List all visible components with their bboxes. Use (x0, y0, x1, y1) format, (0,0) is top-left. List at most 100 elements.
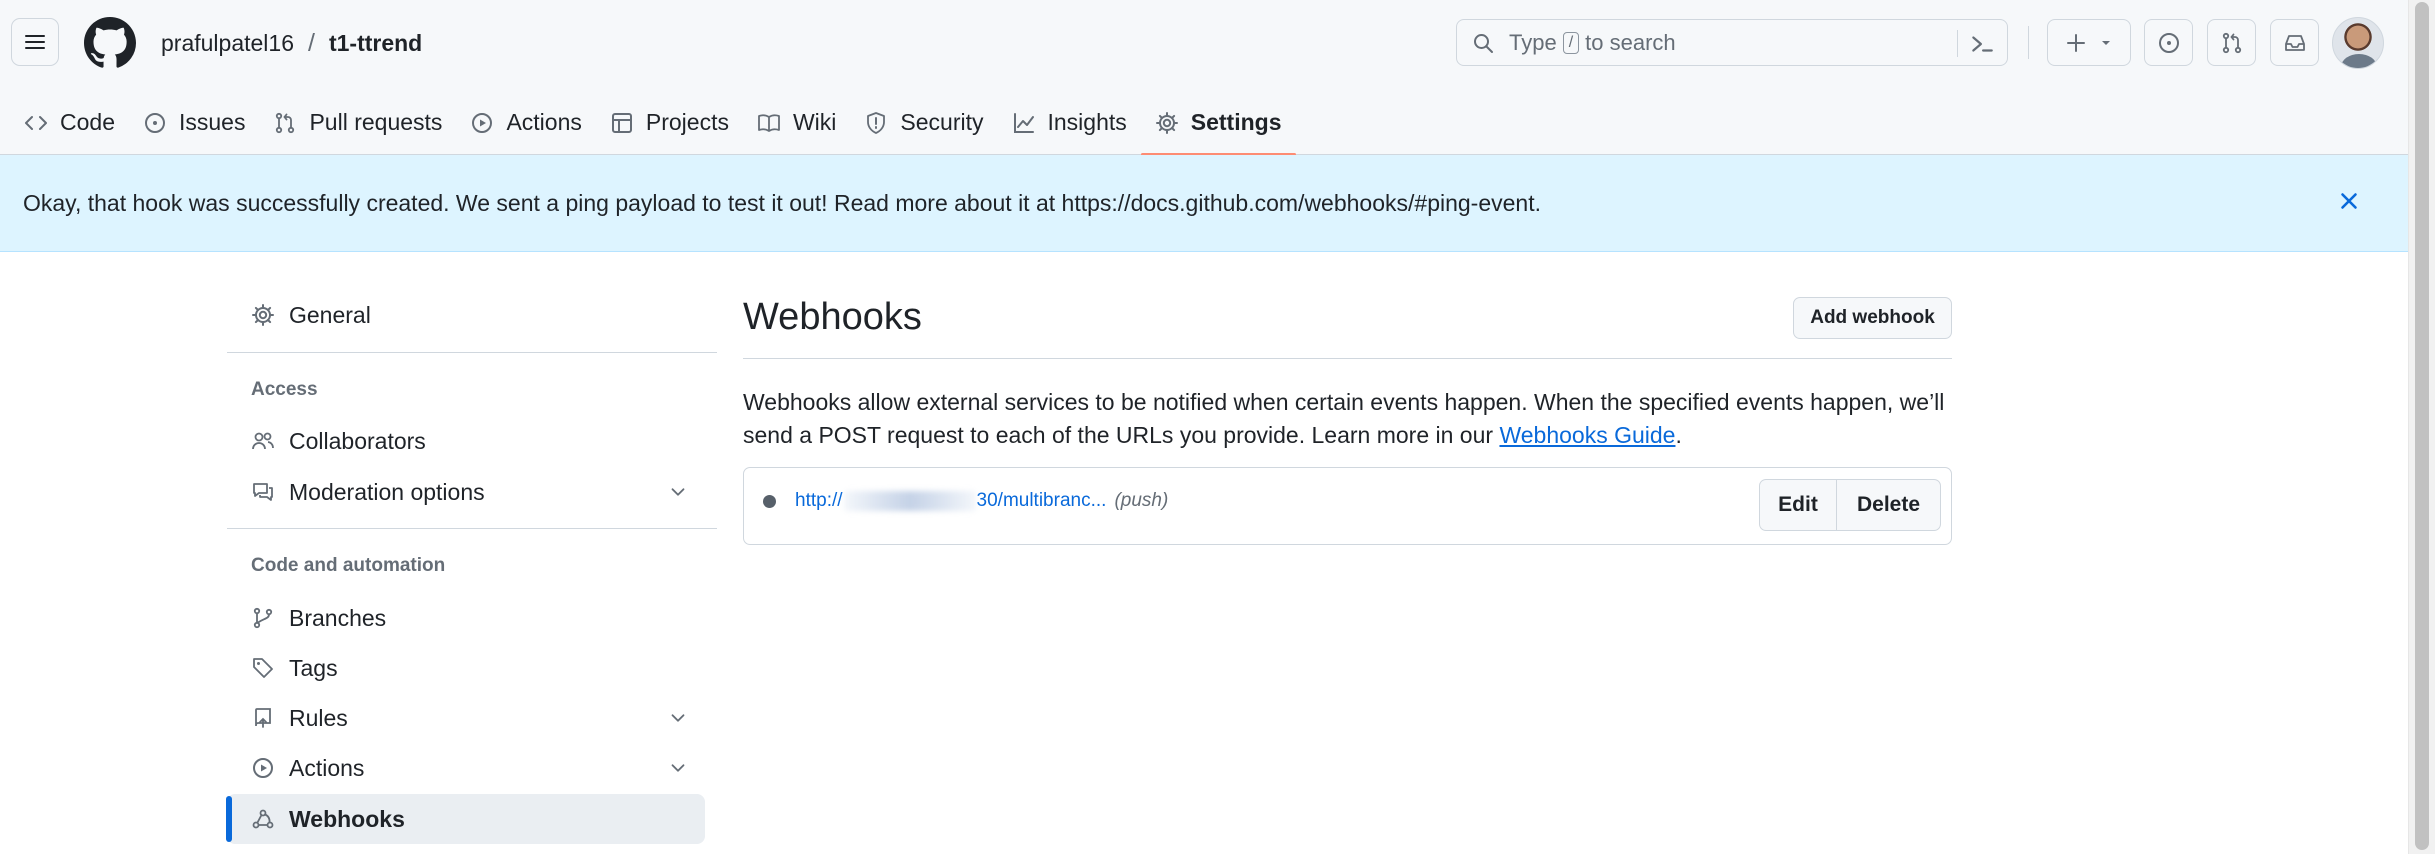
search-icon (1471, 31, 1495, 55)
webhook-icon (251, 807, 275, 831)
inbox-icon (2283, 31, 2307, 55)
comment-discussion-icon (251, 480, 275, 504)
git-pull-request-icon (273, 111, 297, 135)
your-issues-button[interactable] (2144, 19, 2193, 66)
sidebar-heading-code-automation: Code and automation (251, 555, 446, 576)
chevron-down-icon (667, 707, 689, 729)
webhook-url-link[interactable]: http:// 30/multibranc... (push) (795, 490, 1168, 512)
menu-button[interactable] (11, 18, 59, 66)
close-icon[interactable] (2336, 188, 2362, 214)
command-palette-icon[interactable] (1969, 31, 1995, 57)
tab-pull-requests[interactable]: Pull requests (259, 90, 456, 155)
page-title: Webhooks (743, 296, 922, 338)
tab-projects-label: Projects (645, 109, 729, 135)
tab-wiki[interactable]: Wiki (743, 90, 850, 155)
tab-insights-label: Insights (1047, 109, 1127, 135)
sidebar-divider (227, 352, 717, 353)
sidebar-item-label: Moderation options (289, 478, 485, 505)
tab-code-label: Code (60, 109, 115, 135)
gear-icon (251, 303, 275, 327)
tab-wiki-label: Wiki (792, 109, 837, 135)
sidebar-item-moderation-options[interactable]: Moderation options (227, 467, 705, 517)
success-flash-banner: Okay, that hook was successfully created… (0, 155, 2408, 252)
page-scrollbar[interactable] (2408, 0, 2435, 854)
search-suffix-text: to search (1585, 29, 1676, 55)
header-divider (2028, 26, 2029, 59)
breadcrumb-repo-link[interactable]: t1-ttrend (329, 30, 422, 57)
tab-issues[interactable]: Issues (129, 90, 259, 155)
sidebar-item-branches[interactable]: Branches (227, 593, 705, 643)
edit-webhook-button[interactable]: Edit (1760, 480, 1837, 530)
tab-actions[interactable]: Actions (456, 90, 595, 155)
create-new-button[interactable] (2047, 19, 2131, 66)
repo-push-icon (251, 706, 275, 730)
sidebar-item-collaborators[interactable]: Collaborators (227, 416, 705, 466)
breadcrumb: prafulpatel16 / t1-ttrend (161, 28, 422, 58)
webhooks-description: Webhooks allow external services to be n… (743, 386, 1952, 452)
sidebar-item-tags[interactable]: Tags (227, 643, 705, 693)
webhook-actions: Edit Delete (1759, 479, 1941, 531)
webhooks-guide-link[interactable]: Webhooks Guide (1499, 422, 1675, 448)
sidebar-item-actions[interactable]: Actions (227, 743, 705, 793)
git-branch-icon (251, 606, 275, 630)
graph-icon (1012, 111, 1036, 135)
hamburger-icon (23, 30, 47, 54)
sidebar-item-label: Tags (289, 654, 338, 681)
github-logo-icon[interactable] (84, 17, 136, 69)
delete-webhook-button[interactable]: Delete (1837, 480, 1940, 530)
tab-settings[interactable]: Settings (1140, 90, 1296, 156)
sidebar-item-general[interactable]: General (227, 290, 705, 340)
sidebar-item-label: Collaborators (289, 427, 426, 454)
play-icon (470, 111, 494, 135)
sidebar-item-label: Rules (289, 704, 348, 731)
play-icon (251, 756, 275, 780)
flash-message: Okay, that hook was successfully created… (23, 190, 1541, 216)
tab-projects[interactable]: Projects (596, 90, 743, 155)
chevron-down-icon (667, 481, 689, 503)
description-end: . (1675, 422, 1682, 448)
webhook-list: http:// 30/multibranc... (push) Edit Dele… (743, 467, 1952, 545)
add-webhook-button[interactable]: Add webhook (1793, 297, 1952, 339)
issue-opened-icon (2157, 31, 2181, 55)
scrollbar-thumb[interactable] (2415, 2, 2429, 850)
tab-security-label: Security (900, 109, 984, 135)
sidebar-item-webhooks[interactable]: Webhooks (226, 794, 705, 844)
search-divider (1957, 30, 1958, 57)
sidebar-divider (227, 528, 717, 529)
breadcrumb-owner-link[interactable]: prafulpatel16 (161, 30, 294, 57)
tab-code[interactable]: Code (10, 90, 129, 155)
chevron-down-icon (667, 757, 689, 779)
tab-actions-label: Actions (506, 109, 582, 135)
breadcrumb-separator: / (308, 28, 315, 57)
table-icon (610, 111, 634, 135)
tab-insights[interactable]: Insights (998, 90, 1141, 155)
book-icon (757, 111, 781, 135)
sidebar-item-rules[interactable]: Rules (227, 693, 705, 743)
repo-navigation: Code Issues Pull requests Actions Projec… (0, 90, 1296, 156)
app-header: prafulpatel16 / t1-ttrend Type / to sear… (0, 0, 2408, 156)
people-icon (251, 429, 275, 453)
search-input[interactable]: Type / to search (1456, 19, 2008, 66)
tab-issues-label: Issues (178, 109, 246, 135)
webhook-url-start: http:// (795, 490, 843, 511)
plus-icon (2064, 31, 2088, 55)
webhook-status-dot (763, 495, 776, 508)
active-indicator (226, 796, 232, 842)
your-pull-requests-button[interactable] (2207, 19, 2256, 66)
issue-opened-icon (143, 111, 167, 135)
description-text: Webhooks allow external services to be n… (743, 389, 1945, 448)
sidebar-item-label: Branches (289, 604, 387, 631)
caret-down-icon (2098, 35, 2114, 51)
webhook-events: (push) (1114, 490, 1169, 511)
sidebar-item-label: Webhooks (289, 805, 405, 832)
search-prefix-text: Type (1509, 29, 1557, 55)
git-pull-request-icon (2220, 31, 2244, 55)
notifications-button[interactable] (2270, 19, 2319, 66)
tab-security[interactable]: Security (850, 90, 997, 155)
code-icon (24, 111, 48, 135)
sidebar-item-label: Actions (289, 754, 365, 781)
search-placeholder: Type / to search (1509, 30, 1676, 56)
sidebar-item-label: General (289, 301, 371, 328)
user-avatar[interactable] (2332, 17, 2384, 69)
tab-pull-requests-label: Pull requests (309, 109, 443, 135)
